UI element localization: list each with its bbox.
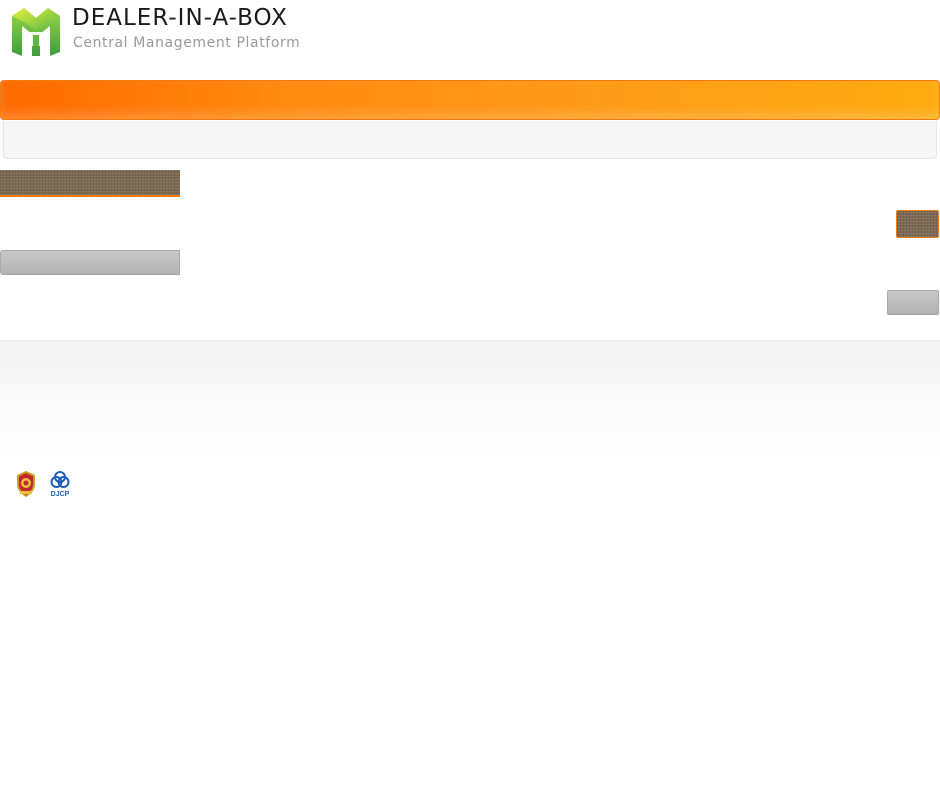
- djcp-label: DJCP: [51, 491, 70, 498]
- section-header-tab-primary[interactable]: [0, 170, 180, 197]
- section-header-tab-secondary[interactable]: [0, 250, 180, 275]
- sub-nav-bar: [3, 121, 937, 159]
- main-nav-bar: [0, 80, 940, 120]
- app-subtitle: Central Management Platform: [73, 35, 301, 51]
- section-action-button-secondary[interactable]: [887, 290, 939, 315]
- section-action-button-primary[interactable]: [896, 210, 939, 238]
- footer: [0, 340, 940, 461]
- app-title: DEALER-IN-A-BOX: [72, 5, 288, 31]
- police-emblem-icon[interactable]: [14, 470, 38, 498]
- djcp-certification-icon[interactable]: DJCP: [48, 470, 72, 498]
- footer-badges: DJCP: [14, 470, 72, 498]
- dealer-in-a-box-logo-icon[interactable]: [10, 2, 62, 58]
- header: DEALER-IN-A-BOX Central Management Platf…: [0, 0, 940, 78]
